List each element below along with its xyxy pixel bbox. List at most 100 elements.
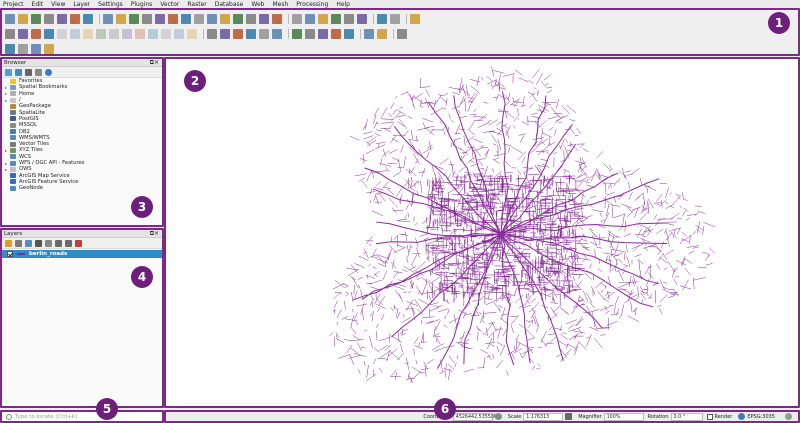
info-icon[interactable] [45,68,52,76]
label-tool-b-icon[interactable] [305,28,315,39]
layers-panel: Layers ⧉× berlin_roads [0,228,164,408]
new-geopackage-icon[interactable] [18,28,28,39]
add-feature-icon[interactable] [96,28,106,39]
render-checkbox[interactable] [706,413,713,420]
new-project-icon[interactable] [5,13,15,24]
map-canvas[interactable] [164,57,800,408]
show-bookmarks-icon[interactable] [246,13,256,24]
refresh-icon[interactable] [272,13,282,24]
add-layer-icon[interactable] [5,43,15,54]
collapse-all-icon[interactable] [65,239,72,247]
close-icon[interactable]: ⧉× [150,59,159,67]
zoom-out-icon[interactable] [142,13,152,24]
label-tool-c-icon[interactable] [318,28,328,39]
save-edits-icon[interactable] [83,28,93,39]
text-annotation-icon[interactable] [410,13,420,24]
layout-manager-icon[interactable] [70,13,80,24]
close-icon[interactable]: ⧉× [150,230,159,238]
browser-item-label: Favorites [19,78,43,85]
digitize-icon[interactable] [57,28,67,39]
print-layout-icon[interactable] [57,13,67,24]
zoom-native-icon[interactable] [194,13,204,24]
filter-icon[interactable] [25,68,32,76]
layer-item-berlin-roads[interactable]: berlin_roads [2,250,162,258]
crs-label[interactable]: EPSG:3035 [747,414,775,420]
vertex-tool-icon[interactable] [109,28,119,39]
filter-expression-icon[interactable] [45,239,52,247]
rotate-label-icon[interactable] [259,28,269,39]
globe-icon[interactable] [738,413,746,420]
open-project-icon[interactable] [18,13,28,24]
refresh-icon[interactable] [15,68,22,76]
label-icon[interactable] [207,28,217,39]
statistics-icon[interactable] [344,13,354,24]
move-label-icon[interactable] [246,28,256,39]
scale-field[interactable]: 1:176313 [523,412,564,421]
save-as-icon[interactable] [44,13,54,24]
new-bookmark-icon[interactable] [233,13,243,24]
style-icon[interactable] [5,239,12,247]
collapse-all-icon[interactable] [35,68,42,76]
processing-icon[interactable] [331,13,341,24]
label-tool-d-icon[interactable] [331,28,341,39]
field-calculator-icon[interactable] [318,13,328,24]
label-tool-a-icon[interactable] [292,28,302,39]
data-source-manager-icon[interactable] [5,28,15,39]
save-project-icon[interactable] [31,13,41,24]
zoom-next-icon[interactable] [220,13,230,24]
render-label: Render [714,413,733,420]
add-group-icon[interactable] [15,239,22,247]
layer-visibility-checkbox[interactable] [7,251,13,257]
add-selected-icon[interactable] [5,68,12,76]
delete-selected-icon[interactable] [122,28,132,39]
remove-layer-icon[interactable] [75,239,82,247]
attribute-select-icon[interactable] [44,43,54,54]
pan-to-selection-icon[interactable] [116,13,126,24]
plugin-a-icon[interactable] [364,28,374,39]
toggle-editing-icon[interactable] [70,28,80,39]
deselect-icon[interactable] [31,43,41,54]
lock-icon[interactable] [565,413,573,420]
temporal-icon[interactable] [259,13,269,24]
zoom-in-icon[interactable] [129,13,139,24]
new-virtual-layer-icon[interactable] [44,28,54,39]
messages-icon[interactable] [785,413,792,420]
change-label-icon[interactable] [272,28,282,39]
magnifier-field[interactable]: 100% [603,412,644,421]
cut-icon[interactable] [135,28,145,39]
map-tips-icon[interactable] [377,13,387,24]
undo-icon[interactable] [174,28,184,39]
label-tool-e-icon[interactable] [344,28,354,39]
extents-toggle-icon[interactable] [494,413,502,420]
zoom-layer-icon[interactable] [181,13,191,24]
locator-bar[interactable]: Type to locate (Ctrl+K) [0,410,164,423]
python-console-icon[interactable] [377,28,387,39]
paste-icon[interactable] [161,28,171,39]
pan-icon[interactable] [103,13,113,24]
new-shapefile-icon[interactable] [31,28,41,39]
rotation-field[interactable]: 0.0 ° [670,412,703,421]
pin-labels-icon[interactable] [220,28,230,39]
zoom-last-icon[interactable] [207,13,217,24]
visibility-icon[interactable] [25,239,32,247]
identify-icon[interactable] [292,13,302,24]
measure-icon[interactable] [357,13,367,24]
annotation-icon[interactable] [390,13,400,24]
select-features-icon[interactable] [18,43,28,54]
toolbar-separator [393,28,394,39]
db2-icon [10,129,16,135]
zoom-selection-icon[interactable] [168,13,178,24]
style-manager-icon[interactable] [83,13,93,24]
show-labels-icon[interactable] [233,28,243,39]
redo-icon[interactable] [187,28,197,39]
attribute-table-icon[interactable] [305,13,315,24]
browser-item-label: ArcGIS Feature Service [19,178,79,185]
expand-all-icon[interactable] [55,239,62,247]
coordinate-field[interactable]: 4526442,5355003 [452,412,500,421]
filter-legend-icon[interactable] [35,239,42,247]
locator-input[interactable]: Type to locate (Ctrl+K) [15,414,78,420]
zoom-full-icon[interactable] [155,13,165,24]
plugin-b-icon[interactable] [397,28,407,39]
copy-icon[interactable] [148,28,158,39]
browser-item[interactable]: GeoNode [2,185,162,191]
